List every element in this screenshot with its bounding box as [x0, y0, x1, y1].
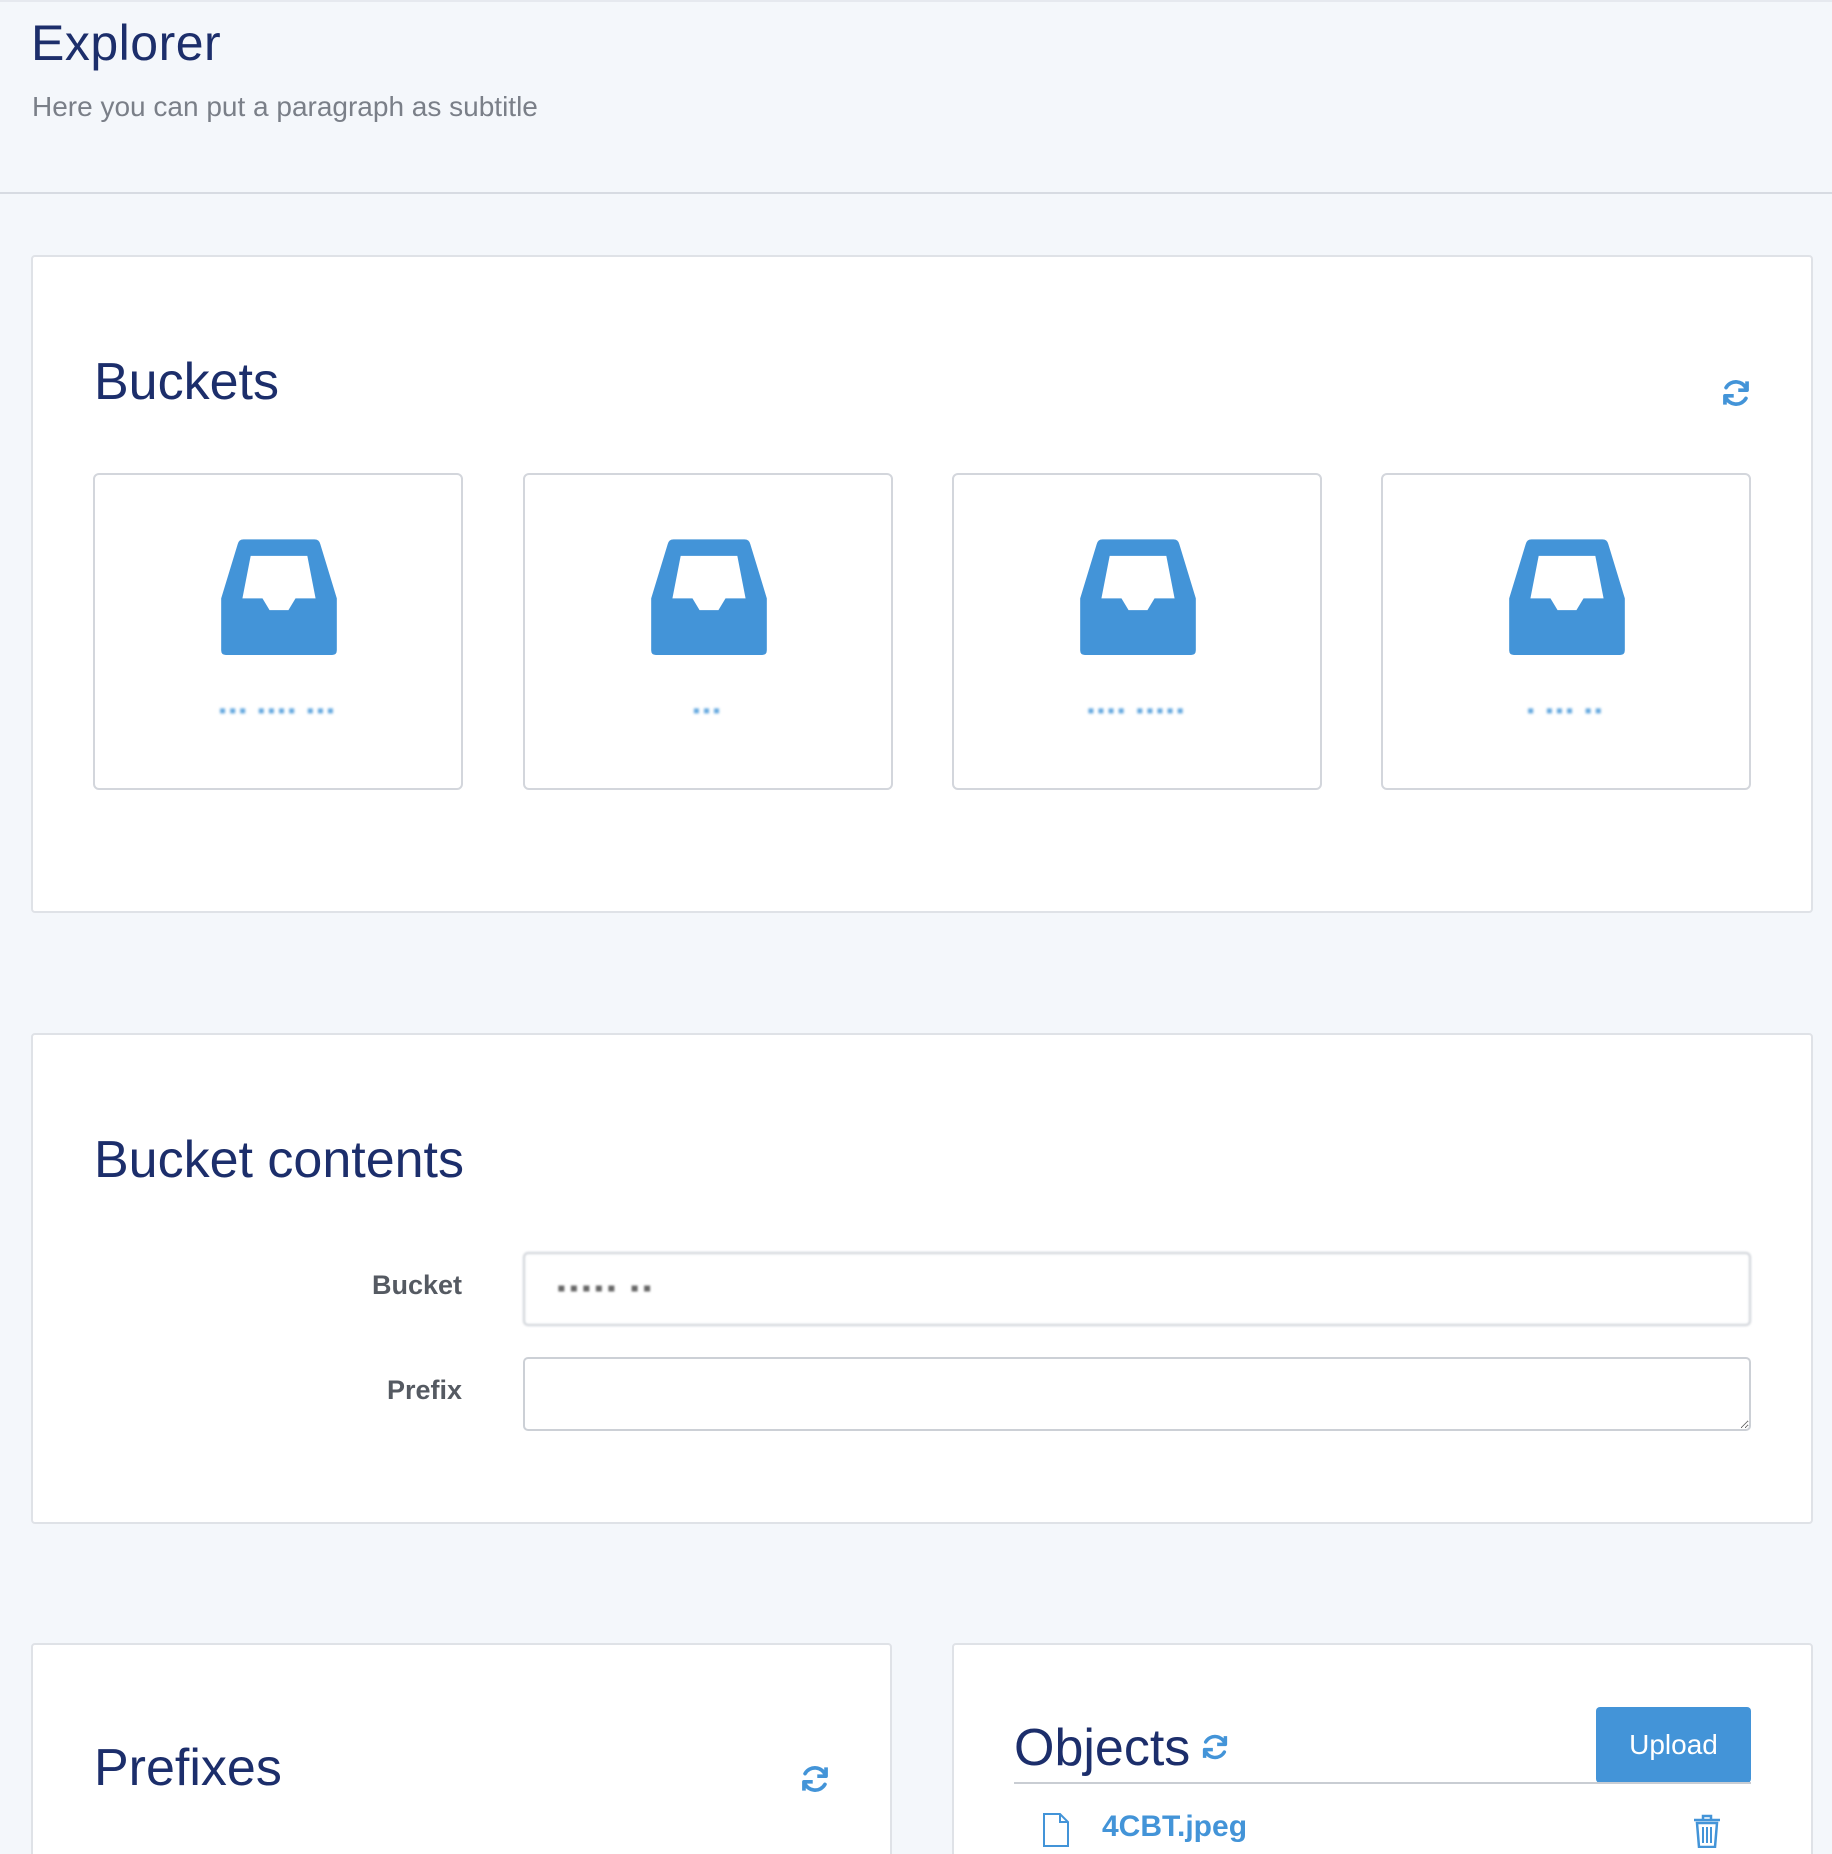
- page-header: Explorer Here you can put a paragraph as…: [0, 0, 1832, 194]
- bucket-input[interactable]: [523, 1252, 1751, 1326]
- buckets-title: Buckets: [94, 353, 279, 411]
- objects-title: Objects: [1014, 1719, 1191, 1777]
- bucket-label: Bucket: [371, 1270, 462, 1300]
- object-row: 4CBT.jpeg: [1014, 1808, 1751, 1854]
- bucket-contents-title: Bucket contents: [94, 1131, 464, 1189]
- trash-icon[interactable]: [1693, 1814, 1721, 1849]
- page-title: Explorer: [31, 15, 222, 71]
- file-icon: [1042, 1812, 1070, 1848]
- inbox-icon: [1508, 537, 1626, 655]
- refresh-icon[interactable]: [1719, 376, 1753, 410]
- bucket-name: ▪ ▪▪▪ ▪▪: [1527, 700, 1605, 722]
- objects-divider: [1014, 1782, 1751, 1784]
- inbox-icon: [1079, 537, 1197, 655]
- page-subtitle: Here you can put a paragraph as subtitle: [32, 91, 538, 122]
- prefix-input[interactable]: [523, 1357, 1751, 1431]
- inbox-icon: [650, 537, 768, 655]
- bucket-name: ▪▪▪: [692, 700, 724, 722]
- bucket-tile[interactable]: ▪▪▪▪ ▪▪▪▪▪: [952, 473, 1322, 790]
- bucket-tile[interactable]: ▪▪▪: [523, 473, 893, 790]
- refresh-icon[interactable]: [798, 1762, 832, 1796]
- refresh-icon[interactable]: [1199, 1731, 1231, 1763]
- object-name-link[interactable]: 4CBT.jpeg: [1102, 1810, 1247, 1844]
- upload-button[interactable]: Upload: [1596, 1707, 1751, 1783]
- prefix-label: Prefix: [386, 1375, 462, 1405]
- bucket-name: ▪▪▪ ▪▪▪▪ ▪▪▪: [218, 700, 337, 722]
- bucket-name: ▪▪▪▪ ▪▪▪▪▪: [1087, 700, 1187, 722]
- inbox-icon: [220, 537, 338, 655]
- prefixes-title: Prefixes: [94, 1739, 282, 1797]
- bucket-tile[interactable]: ▪▪▪ ▪▪▪▪ ▪▪▪: [93, 473, 463, 790]
- bucket-tile[interactable]: ▪ ▪▪▪ ▪▪: [1381, 473, 1751, 790]
